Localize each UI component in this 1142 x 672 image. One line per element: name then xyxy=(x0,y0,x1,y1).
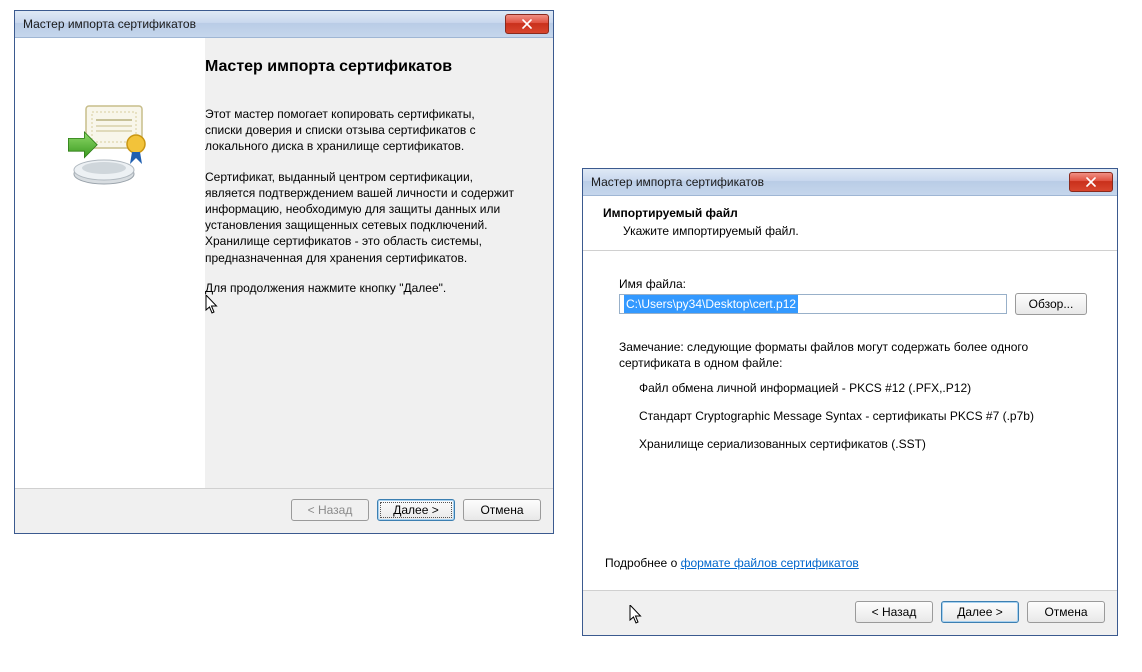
more-info: Подробнее о формате файлов сертификатов xyxy=(605,556,859,570)
wizard-body: Импортируемый файл Укажите импортируемый… xyxy=(583,196,1117,635)
filename-row: C:\Users\py34\Desktop\cert.p12 Обзор... xyxy=(619,293,1087,315)
wizard-window-file: Мастер импорта сертификатов Импортируемы… xyxy=(582,168,1118,636)
titlebar[interactable]: Мастер импорта сертификатов xyxy=(15,11,553,38)
wizard-body: Мастер импорта сертификатов Этот мастер … xyxy=(15,38,553,533)
intro-paragraph-2: Сертификат, выданный центром сертификаци… xyxy=(205,169,515,266)
wizard-heading: Мастер импорта сертификатов xyxy=(205,58,533,76)
format-item-pkcs7: Стандарт Cryptographic Message Syntax - … xyxy=(619,409,1087,423)
certificate-wizard-icon xyxy=(64,98,156,190)
browse-button[interactable]: Обзор... xyxy=(1015,293,1087,315)
format-item-sst: Хранилище сериализованных сертификатов (… xyxy=(619,437,1087,451)
more-info-link[interactable]: формате файлов сертификатов xyxy=(681,556,859,570)
page-content: Имя файла: C:\Users\py34\Desktop\cert.p1… xyxy=(583,251,1117,591)
page-subheading: Укажите импортируемый файл. xyxy=(603,224,1097,238)
intro-content: Мастер импорта сертификатов Этот мастер … xyxy=(15,38,553,488)
next-button[interactable]: Далее > xyxy=(941,601,1019,623)
back-button: < Назад xyxy=(291,499,369,521)
wizard-window-intro: Мастер импорта сертификатов xyxy=(14,10,554,534)
formats-note: Замечание: следующие форматы файлов могу… xyxy=(619,339,1087,371)
cancel-button[interactable]: Отмена xyxy=(1027,601,1105,623)
intro-graphic-panel xyxy=(15,38,205,488)
more-info-prefix: Подробнее о xyxy=(605,556,681,570)
intro-paragraph-3: Для продолжения нажмите кнопку "Далее". xyxy=(205,280,515,296)
format-item-pkcs12: Файл обмена личной информацией - PKCS #1… xyxy=(619,381,1087,395)
wizard-page-header: Импортируемый файл Укажите импортируемый… xyxy=(583,196,1117,251)
close-button[interactable] xyxy=(505,14,549,34)
window-title: Мастер импорта сертификатов xyxy=(23,17,505,31)
next-button[interactable]: Далее > xyxy=(377,499,455,521)
filename-input[interactable]: C:\Users\py34\Desktop\cert.p12 xyxy=(619,294,1007,314)
close-button[interactable] xyxy=(1069,172,1113,192)
cancel-button[interactable]: Отмена xyxy=(463,499,541,521)
page-heading: Импортируемый файл xyxy=(603,206,1097,220)
button-row: < Назад Далее > Отмена xyxy=(583,591,1117,635)
filename-label: Имя файла: xyxy=(619,277,1087,291)
close-icon xyxy=(1086,177,1096,187)
intro-text-panel: Мастер импорта сертификатов Этот мастер … xyxy=(205,38,553,488)
close-icon xyxy=(522,19,532,29)
window-title: Мастер импорта сертификатов xyxy=(591,175,1069,189)
back-button[interactable]: < Назад xyxy=(855,601,933,623)
filename-value: C:\Users\py34\Desktop\cert.p12 xyxy=(624,295,798,313)
intro-paragraph-1: Этот мастер помогает копировать сертифик… xyxy=(205,106,515,155)
button-row: < Назад Далее > Отмена xyxy=(15,489,553,533)
titlebar[interactable]: Мастер импорта сертификатов xyxy=(583,169,1117,196)
